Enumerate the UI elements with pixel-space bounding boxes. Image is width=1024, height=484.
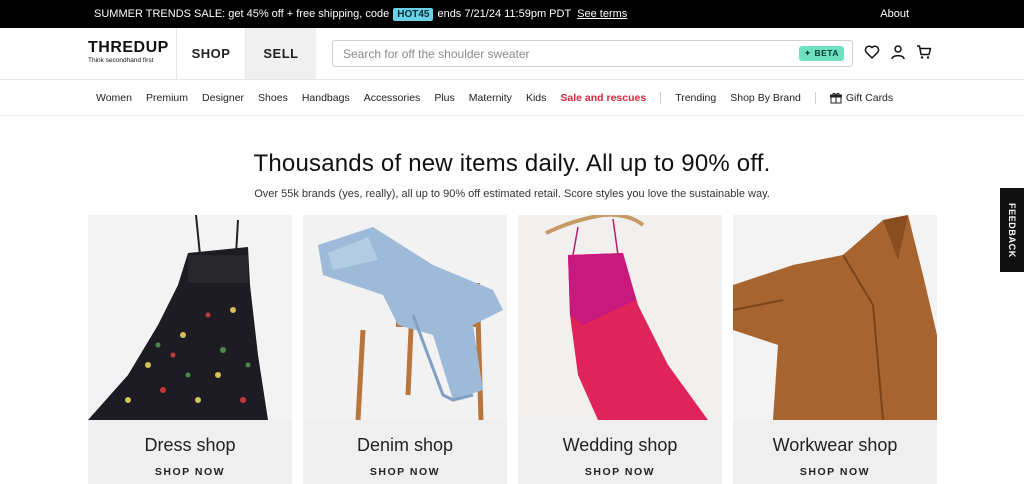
- nav-handbags[interactable]: Handbags: [302, 92, 350, 104]
- shop-now-link[interactable]: SHOP NOW: [733, 466, 937, 478]
- shop-now-link[interactable]: SHOP NOW: [303, 466, 507, 478]
- jacket-image: [733, 215, 937, 420]
- denim-image: [303, 215, 507, 420]
- beta-badge: ✦ BETA: [799, 46, 844, 61]
- shop-now-link[interactable]: SHOP NOW: [518, 466, 722, 478]
- nav-kids[interactable]: Kids: [526, 92, 546, 104]
- nav-maternity[interactable]: Maternity: [469, 92, 512, 104]
- nav-women[interactable]: Women: [96, 92, 132, 104]
- nav-plus[interactable]: Plus: [434, 92, 454, 104]
- search-input[interactable]: [343, 46, 799, 61]
- header-icons: [864, 44, 932, 60]
- nav-designer[interactable]: Designer: [202, 92, 244, 104]
- dress-image: [88, 215, 292, 420]
- card-title: Workwear shop: [772, 435, 898, 455]
- card-dress-shop[interactable]: Dress shop SHOP NOW: [88, 215, 292, 484]
- nav-sale-and-rescues[interactable]: Sale and rescues: [560, 92, 646, 104]
- feedback-tab[interactable]: FEEDBACK: [1000, 188, 1024, 272]
- category-nav: Women Premium Designer Shoes Handbags Ac…: [0, 80, 1024, 116]
- nav-shoes[interactable]: Shoes: [258, 92, 288, 104]
- user-icon[interactable]: [890, 44, 906, 60]
- wedding-dress-image: [518, 215, 722, 420]
- promo-expiry: ends 7/21/24 11:59pm PDT: [437, 8, 572, 20]
- nav-gift-cards[interactable]: Gift Cards: [829, 91, 894, 104]
- nav-trending[interactable]: Trending: [675, 92, 716, 104]
- tab-sell[interactable]: SELL: [246, 28, 316, 79]
- see-terms-link[interactable]: See terms: [577, 8, 627, 20]
- nav-divider: [814, 91, 816, 104]
- card-wedding-shop[interactable]: Wedding shop SHOP NOW: [518, 215, 722, 484]
- tab-shop[interactable]: SHOP: [176, 28, 246, 79]
- search-bar[interactable]: ✦ BETA: [332, 40, 853, 67]
- card-denim-shop[interactable]: Denim shop SHOP NOW: [303, 215, 507, 484]
- nav-divider: [660, 91, 662, 104]
- card-title: Wedding shop: [562, 435, 678, 455]
- cart-icon[interactable]: [916, 44, 932, 60]
- promo-code-badge: HOT45: [393, 7, 434, 21]
- card-title: Denim shop: [356, 435, 454, 455]
- logo-wordmark: THREDUP: [88, 39, 169, 56]
- nav-accessories[interactable]: Accessories: [364, 92, 421, 104]
- card-title: Dress shop: [144, 435, 236, 455]
- gift-cards-label: Gift Cards: [845, 91, 894, 104]
- site-header: THREDUP Think secondhand first SHOP SELL…: [0, 28, 1024, 80]
- about-link[interactable]: About: [880, 8, 909, 20]
- thredup-logo[interactable]: THREDUP Think secondhand first: [0, 28, 176, 79]
- nav-shop-by-brand[interactable]: Shop By Brand: [730, 92, 801, 104]
- page-headline: Thousands of new items daily. All up to …: [253, 150, 771, 177]
- card-workwear-shop[interactable]: Workwear shop SHOP NOW: [733, 215, 937, 484]
- page-subheadline: Over 55k brands (yes, really), all up to…: [254, 188, 770, 200]
- promo-text: SUMMER TRENDS SALE: get 45% off + free s…: [94, 8, 390, 20]
- logo-tagline: Think secondhand first: [88, 57, 154, 64]
- promo-bar: SUMMER TRENDS SALE: get 45% off + free s…: [0, 0, 1024, 28]
- gift-icon: [829, 92, 842, 103]
- shop-now-link[interactable]: SHOP NOW: [88, 466, 292, 478]
- nav-premium[interactable]: Premium: [146, 92, 188, 104]
- category-cards: Dress shop SHOP NOW Denim shop SHOP NOW: [88, 215, 937, 484]
- heart-icon[interactable]: [864, 44, 880, 60]
